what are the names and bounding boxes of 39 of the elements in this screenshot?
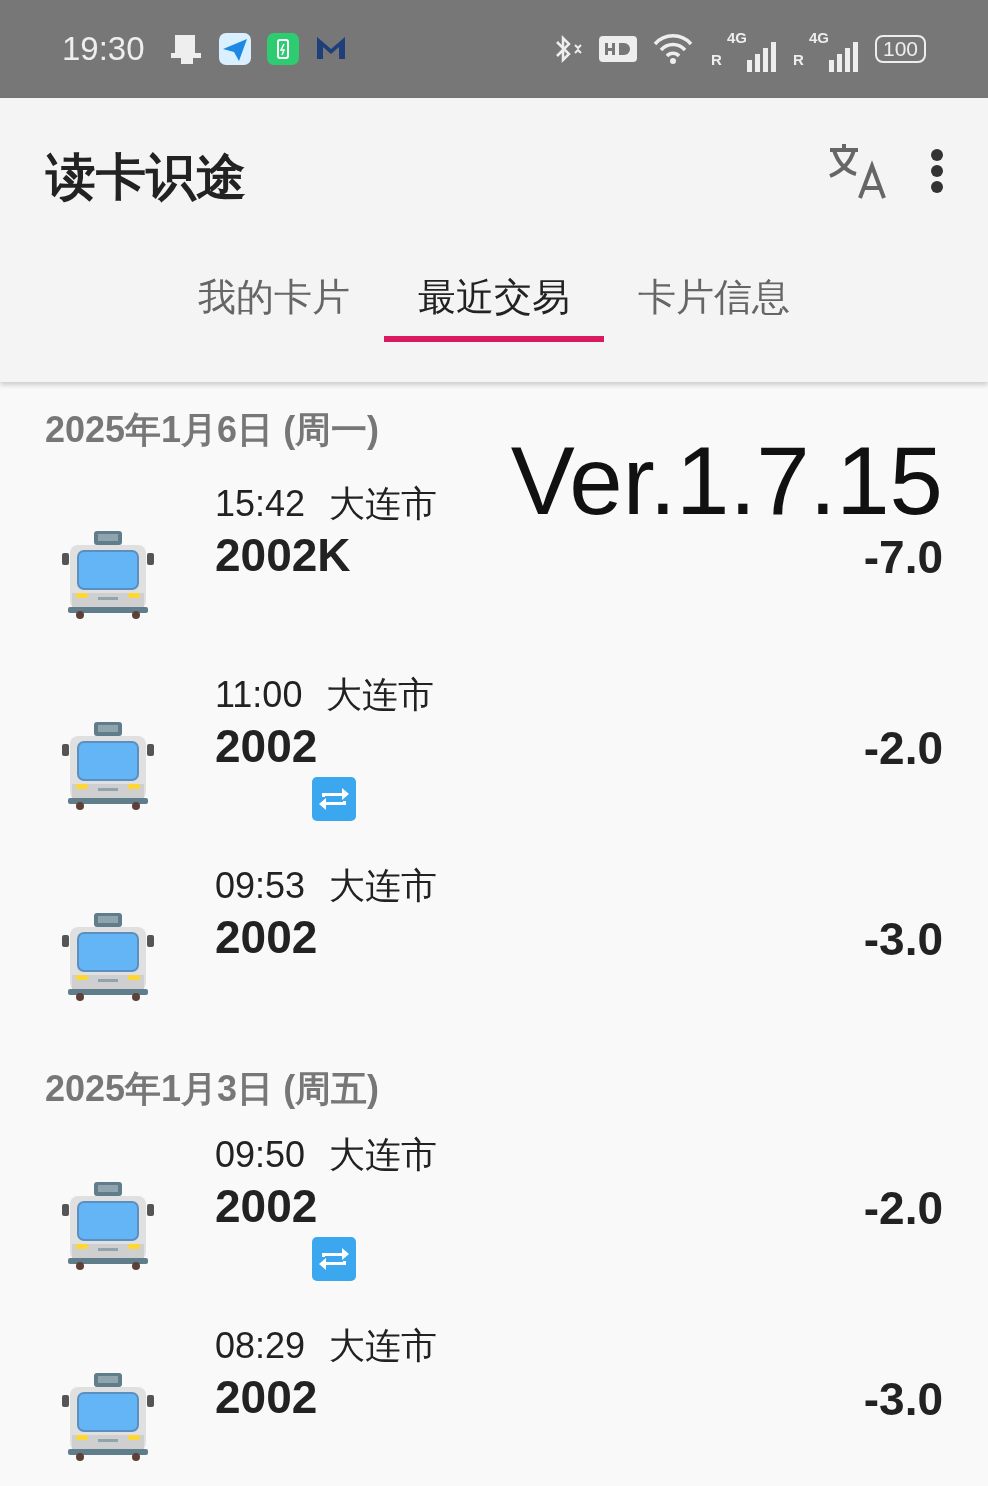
transaction-amount: -3.0 — [863, 912, 943, 967]
more-options-button[interactable] — [930, 148, 944, 194]
route-number: 2002 — [215, 910, 319, 965]
tab[interactable]: 最近交易 — [384, 258, 604, 342]
transaction-amount: -2.0 — [863, 721, 943, 776]
more-options-icon — [930, 148, 944, 194]
signal-icon — [746, 41, 777, 72]
app-title: 读卡识途 — [44, 148, 247, 207]
tab[interactable]: 我的卡片 — [164, 258, 384, 342]
route-number: 2002 — [215, 1370, 319, 1425]
route-number: 2002 — [215, 719, 319, 774]
city-name: 大连市 — [329, 1133, 438, 1177]
network-type-label: 4G — [808, 27, 829, 48]
clock: 19:30 — [62, 29, 145, 70]
city-name: 大连市 — [326, 673, 435, 717]
battery-app-icon — [266, 33, 299, 65]
tab[interactable]: 卡片信息 — [604, 258, 824, 342]
wifi-icon — [652, 33, 695, 65]
city-name: 大连市 — [329, 1324, 438, 1368]
signal-icon — [828, 41, 859, 72]
battery-level: 100 — [874, 35, 926, 63]
city-name: 大连市 — [329, 864, 438, 908]
roaming-label: R — [792, 50, 804, 70]
transaction-time: 11:00 — [215, 673, 303, 717]
transaction-time: 15:42 — [215, 482, 306, 526]
roaming-label: R — [710, 50, 722, 70]
network-type-label: 4G — [726, 27, 747, 48]
transaction-amount: -2.0 — [863, 1181, 943, 1236]
transaction-time: 09:53 — [215, 864, 306, 908]
transaction-amount: -3.0 — [863, 1372, 943, 1427]
route-number: 2002 — [215, 1179, 319, 1234]
city-name: 大连市 — [329, 482, 438, 526]
transaction-time: 09:50 — [215, 1133, 306, 1177]
date-header: 2025年1月6日 (周一) — [44, 408, 381, 452]
paper-plane-icon — [218, 33, 251, 65]
hd-icon — [598, 36, 637, 62]
date-header: 2025年1月3日 (周五) — [44, 1067, 381, 1111]
transaction-time: 08:29 — [215, 1324, 306, 1368]
route-number: 2002K — [215, 528, 352, 583]
